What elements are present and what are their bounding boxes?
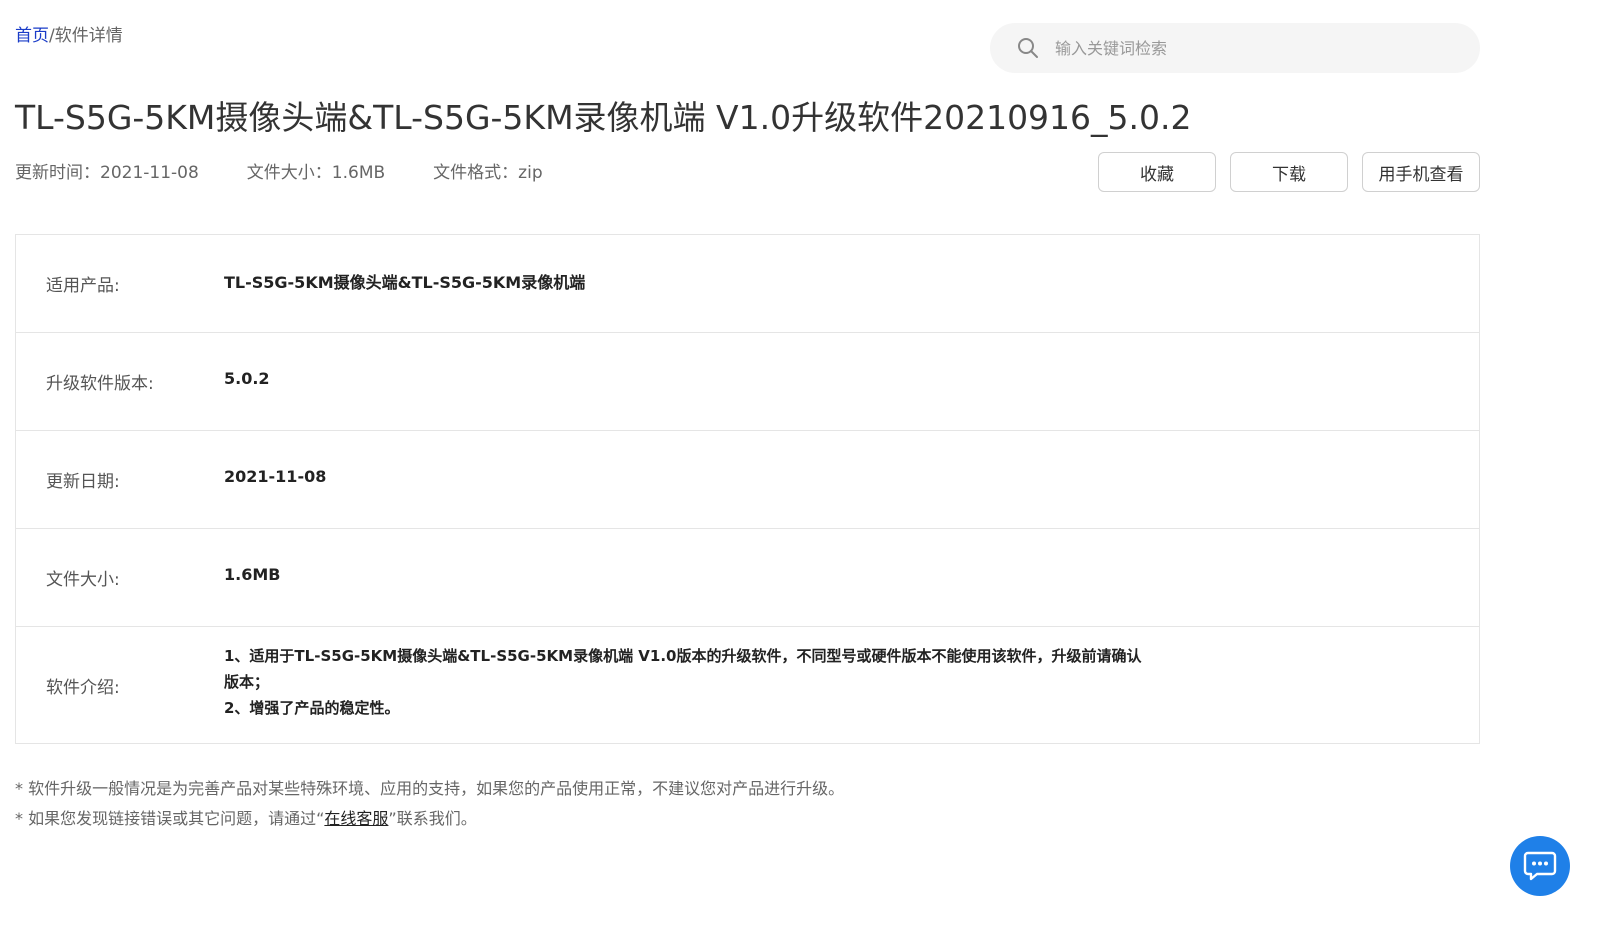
meta-update-time: 更新时间：2021-11-08 bbox=[15, 163, 199, 183]
note-text: * 如果您发现链接错误或其它问题，请通过“ bbox=[15, 809, 325, 828]
info-row-intro: 软件介绍: 1、适用于TL-S5G-5KM摄像头端&TL-S5G-5KM录像机端… bbox=[16, 627, 1479, 743]
info-label: 升级软件版本: bbox=[46, 374, 154, 394]
search-input[interactable] bbox=[1053, 37, 1433, 59]
info-label: 适用产品: bbox=[46, 276, 120, 296]
info-value-product: TL-S5G-5KM摄像头端&TL-S5G-5KM录像机端 bbox=[224, 272, 586, 292]
info-label: 更新日期: bbox=[46, 472, 120, 492]
search-icon[interactable] bbox=[1017, 37, 1039, 59]
info-row-size: 文件大小: 1.6MB bbox=[16, 529, 1479, 627]
download-button[interactable]: 下载 bbox=[1230, 152, 1348, 192]
software-info-table: 适用产品: TL-S5G-5KM摄像头端&TL-S5G-5KM录像机端 升级软件… bbox=[15, 234, 1480, 744]
action-buttons: 收藏 下载 用手机查看 bbox=[1098, 152, 1480, 192]
info-value-size: 1.6MB bbox=[224, 565, 281, 584]
online-service-link[interactable]: 在线客服 bbox=[324, 809, 388, 828]
favorite-button[interactable]: 收藏 bbox=[1098, 152, 1216, 192]
info-value-date: 2021-11-08 bbox=[224, 467, 327, 486]
note-line: * 软件升级一般情况是为完善产品对某些特殊环境、应用的支持，如果您的产品使用正常… bbox=[15, 779, 845, 798]
note-line: * 如果您发现链接错误或其它问题，请通过“在线客服”联系我们。 bbox=[15, 804, 844, 834]
info-value-intro: 1、适用于TL-S5G-5KM摄像头端&TL-S5G-5KM录像机端 V1.0版… bbox=[224, 643, 1154, 721]
upgrade-notes: * 软件升级一般情况是为完善产品对某些特殊环境、应用的支持，如果您的产品使用正常… bbox=[15, 774, 844, 834]
info-label: 软件介绍: bbox=[46, 677, 120, 698]
search-box[interactable] bbox=[990, 23, 1480, 73]
breadcrumb-home-link[interactable]: 首页 bbox=[15, 26, 49, 46]
online-chat-button[interactable] bbox=[1510, 836, 1570, 896]
breadcrumb: 首页/软件详情 bbox=[15, 24, 123, 48]
file-meta: 更新时间：2021-11-08 文件大小：1.6MB 文件格式：zip bbox=[15, 160, 543, 186]
breadcrumb-current: 软件详情 bbox=[54, 26, 123, 46]
info-row-product: 适用产品: TL-S5G-5KM摄像头端&TL-S5G-5KM录像机端 bbox=[16, 235, 1479, 333]
info-row-version: 升级软件版本: 5.0.2 bbox=[16, 333, 1479, 431]
info-value-version: 5.0.2 bbox=[224, 369, 270, 388]
meta-file-size: 文件大小：1.6MB bbox=[246, 163, 386, 183]
view-on-mobile-button[interactable]: 用手机查看 bbox=[1362, 152, 1480, 192]
note-text: ”联系我们。 bbox=[388, 809, 477, 828]
info-label: 文件大小: bbox=[46, 570, 120, 590]
meta-file-format: 文件格式：zip bbox=[433, 163, 543, 183]
chat-icon bbox=[1523, 851, 1557, 881]
intro-line: 1、适用于TL-S5G-5KM摄像头端&TL-S5G-5KM录像机端 V1.0版… bbox=[224, 647, 1142, 691]
intro-line: 2、增强了产品的稳定性。 bbox=[224, 699, 400, 717]
page-title: TL-S5G-5KM摄像头端&TL-S5G-5KM录像机端 V1.0升级软件20… bbox=[15, 98, 1192, 137]
info-row-date: 更新日期: 2021-11-08 bbox=[16, 431, 1479, 529]
